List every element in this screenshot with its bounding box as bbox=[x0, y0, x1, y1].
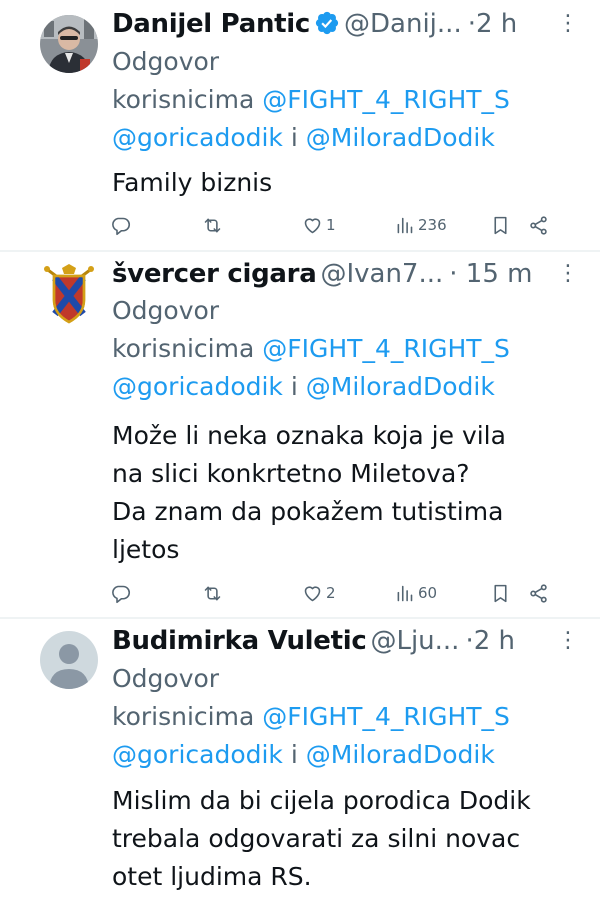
reply-button[interactable] bbox=[110, 578, 131, 608]
mention-link[interactable]: @FIGHT_4_RIGHT_S bbox=[262, 85, 510, 114]
conjunction: i bbox=[290, 740, 298, 769]
views-count: 60 bbox=[418, 584, 438, 602]
reply-label: Odgovor bbox=[112, 47, 220, 76]
like-button[interactable]: 2 bbox=[302, 578, 336, 608]
tweet-1[interactable]: Danijel Pantic @Danij... ·2 h ⋮ Odgovor ko… bbox=[0, 0, 600, 250]
views-count: 236 bbox=[418, 216, 447, 234]
tweet-text: Family biznis bbox=[112, 168, 273, 197]
share-button[interactable] bbox=[528, 210, 549, 240]
tweet-text: Mislim da bi cijela porodica Dodik bbox=[112, 786, 531, 815]
avatar[interactable] bbox=[40, 631, 98, 689]
separator-dot: · bbox=[449, 259, 458, 289]
tweet-header: Budimirka Vuletic @Lju... ·2 h ⋮ bbox=[112, 621, 586, 661]
timestamp[interactable]: 2 h bbox=[476, 9, 517, 39]
author-name[interactable]: Budimirka Vuletic bbox=[112, 626, 367, 656]
reply-prefix: korisnicima bbox=[112, 702, 255, 731]
retweet-button[interactable] bbox=[202, 578, 223, 608]
separator-dot: · bbox=[467, 9, 476, 39]
tweet-text: na slici konkrtetno Miletova? bbox=[112, 459, 470, 488]
author-handle[interactable]: @Lju... bbox=[370, 626, 459, 656]
mention-link[interactable]: @goricadodik bbox=[112, 372, 283, 401]
tweet-2[interactable]: švercer cigara @Ivan7... · 15 m ⋮ Odgovor … bbox=[0, 252, 600, 617]
tweet-text: Da znam da pokažem tutistima bbox=[112, 497, 504, 526]
reply-to-line: @goricadodik i @MiloradDodik bbox=[112, 368, 495, 405]
tweet-text: trebala odgovarati za silni novac bbox=[112, 824, 521, 853]
tweet-header: Danijel Pantic @Danij... ·2 h ⋮ bbox=[112, 4, 586, 44]
reply-icon bbox=[112, 217, 131, 235]
like-button[interactable]: 1 bbox=[302, 210, 336, 240]
tweet-text: otet ljudima RS. bbox=[112, 862, 312, 891]
timestamp[interactable]: 2 h bbox=[474, 626, 515, 656]
more-icon[interactable]: ⋮ bbox=[557, 254, 579, 294]
bookmark-icon bbox=[494, 584, 507, 602]
like-icon bbox=[304, 585, 321, 601]
user-photo-icon bbox=[40, 15, 98, 73]
avatar[interactable] bbox=[40, 15, 98, 73]
reply-to-line: @goricadodik i @MiloradDodik bbox=[112, 736, 495, 773]
separator-dot: · bbox=[465, 626, 474, 656]
author-name[interactable]: Danijel Pantic bbox=[112, 9, 310, 39]
bookmark-icon bbox=[494, 216, 507, 234]
bookmark-button[interactable] bbox=[490, 210, 511, 240]
share-icon bbox=[530, 215, 547, 235]
mention-link[interactable]: @FIGHT_4_RIGHT_S bbox=[262, 334, 510, 363]
reply-button[interactable] bbox=[110, 210, 131, 240]
mention-link[interactable]: @MiloradDodik bbox=[306, 372, 495, 401]
bookmark-button[interactable] bbox=[490, 578, 511, 608]
tweet-actions: 2 60 bbox=[108, 578, 578, 608]
coat-of-arms-icon bbox=[44, 264, 94, 324]
retweet-icon bbox=[204, 218, 221, 232]
reply-to-line: korisnicima @FIGHT_4_RIGHT_S bbox=[112, 81, 510, 118]
mention-link[interactable]: @MiloradDodik bbox=[306, 740, 495, 769]
author-handle[interactable]: @Ivan7... bbox=[320, 259, 443, 289]
tweet-header: švercer cigara @Ivan7... · 15 m ⋮ bbox=[112, 254, 586, 294]
like-icon bbox=[304, 217, 321, 233]
avatar[interactable] bbox=[40, 264, 98, 324]
more-icon[interactable]: ⋮ bbox=[557, 621, 579, 661]
timestamp[interactable]: 15 m bbox=[466, 259, 533, 289]
reply-to-line: korisnicima @FIGHT_4_RIGHT_S bbox=[112, 698, 510, 735]
conjunction: i bbox=[290, 372, 298, 401]
reply-label: Odgovor bbox=[112, 296, 220, 325]
tweet-text: ljetos bbox=[112, 535, 180, 564]
reply-prefix: korisnicima bbox=[112, 85, 255, 114]
like-count: 1 bbox=[326, 216, 336, 234]
reply-prefix: korisnicima bbox=[112, 334, 255, 363]
mention-link[interactable]: @MiloradDodik bbox=[306, 123, 495, 152]
reply-label: Odgovor bbox=[112, 664, 220, 693]
tweet-3[interactable]: Budimirka Vuletic @Lju... ·2 h ⋮ Odgovor k… bbox=[0, 619, 600, 900]
conjunction: i bbox=[290, 123, 298, 152]
views-button[interactable]: 60 bbox=[394, 578, 437, 608]
mention-link[interactable]: @goricadodik bbox=[112, 740, 283, 769]
views-icon bbox=[397, 585, 413, 601]
mention-link[interactable]: @FIGHT_4_RIGHT_S bbox=[262, 702, 510, 731]
verified-badge-icon bbox=[314, 8, 340, 35]
tweet-actions: 1 236 bbox=[108, 210, 578, 240]
retweet-icon bbox=[204, 586, 221, 600]
mention-link[interactable]: @goricadodik bbox=[112, 123, 283, 152]
reply-to-line: korisnicima @FIGHT_4_RIGHT_S bbox=[112, 330, 510, 367]
default-avatar-icon bbox=[40, 631, 98, 689]
reply-icon bbox=[112, 585, 131, 603]
more-icon[interactable]: ⋮ bbox=[557, 4, 579, 44]
views-button[interactable]: 236 bbox=[394, 210, 447, 240]
like-count: 2 bbox=[326, 584, 336, 602]
author-handle[interactable]: @Danij... bbox=[344, 9, 462, 39]
tweet-text: Može li neka oznaka koja je vila bbox=[112, 421, 506, 450]
views-icon bbox=[397, 217, 413, 233]
share-button[interactable] bbox=[528, 578, 549, 608]
author-name[interactable]: švercer cigara bbox=[112, 259, 317, 289]
retweet-button[interactable] bbox=[202, 210, 223, 240]
share-icon bbox=[530, 583, 547, 603]
reply-to-line: @goricadodik i @MiloradDodik bbox=[112, 119, 495, 156]
